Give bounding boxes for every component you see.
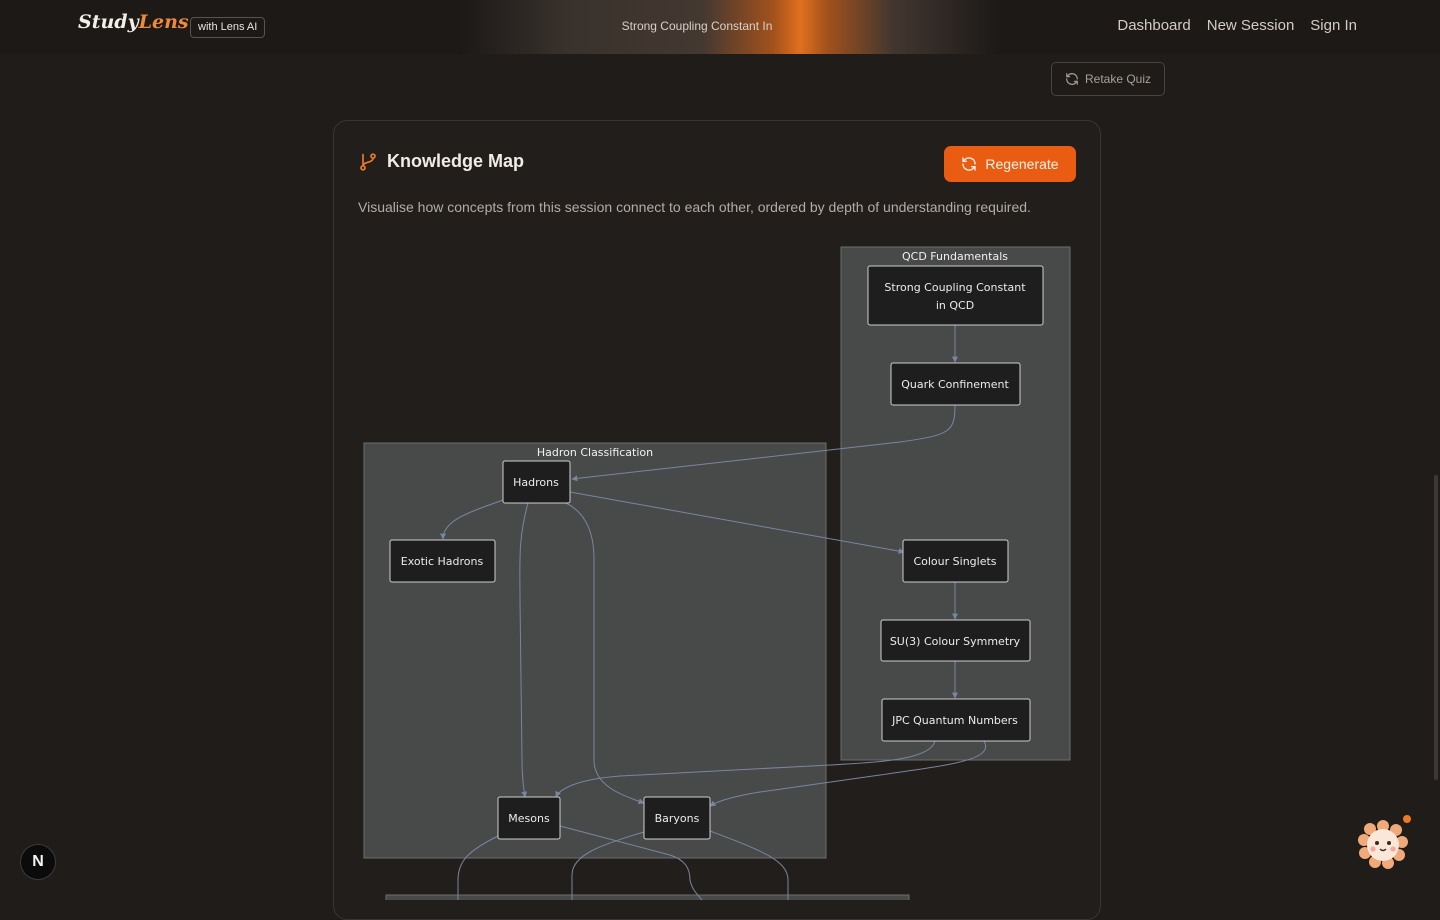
top-navbar: StudyLensAI with Lens AI Strong Coupling…	[0, 0, 1440, 54]
mascot-assistant-icon[interactable]	[1357, 818, 1409, 870]
regenerate-button[interactable]: Regenerate	[944, 146, 1076, 182]
nav-links: Dashboard New Session Sign In	[1117, 17, 1357, 34]
knowledge-map-card: Knowledge Map Regenerate Visualise how c…	[333, 120, 1101, 920]
notification-dot	[1403, 815, 1411, 823]
regenerate-label: Regenerate	[985, 156, 1059, 172]
card-description: Visualise how concepts from this session…	[358, 199, 1031, 215]
refresh-icon	[962, 157, 977, 171]
retake-quiz-button[interactable]: Retake Quiz	[1051, 62, 1165, 96]
nav-new-session-link[interactable]: New Session	[1207, 17, 1295, 34]
card-title: Knowledge Map	[387, 151, 525, 171]
nav-dashboard-link[interactable]: Dashboard	[1117, 17, 1190, 34]
refresh-icon	[1066, 73, 1078, 85]
card-header: Knowledge Map	[358, 151, 524, 172]
nav-sign-in-link[interactable]: Sign In	[1310, 17, 1357, 34]
n-badge[interactable]: N	[20, 844, 56, 880]
page-scrollbar[interactable]	[1434, 475, 1438, 780]
retake-quiz-label: Retake Quiz	[1084, 72, 1152, 86]
git-branch-icon	[360, 152, 376, 171]
